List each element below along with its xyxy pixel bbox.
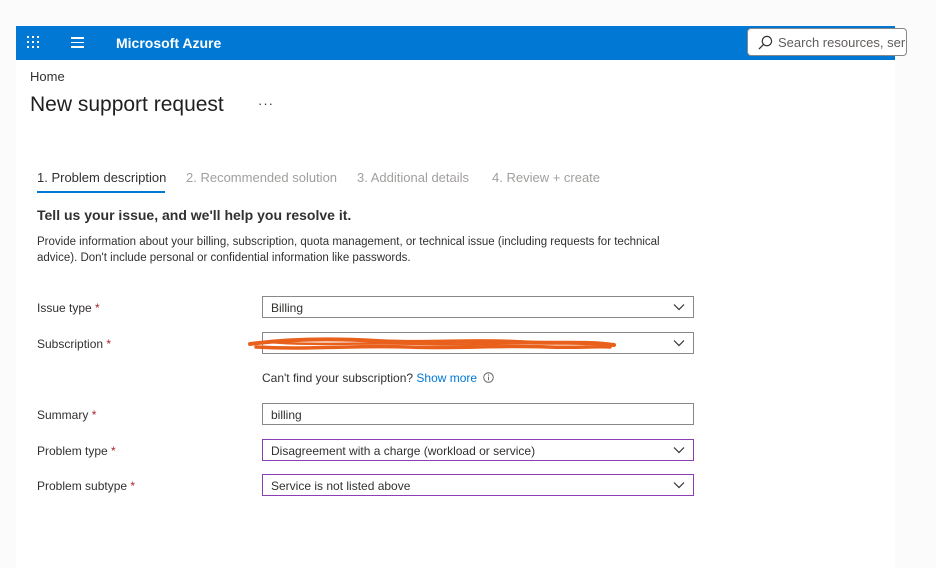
summary-label: Summary * xyxy=(37,408,97,422)
problem-type-dropdown[interactable]: Disagreement with a charge (workload or … xyxy=(262,439,694,461)
more-icon[interactable]: ··· xyxy=(258,96,274,111)
browser-margin-right xyxy=(895,0,936,568)
subscription-label: Subscription * xyxy=(37,337,112,351)
breadcrumb-home[interactable]: Home xyxy=(30,69,65,84)
chevron-down-icon xyxy=(673,447,685,454)
app-launcher-icon[interactable] xyxy=(27,36,41,50)
info-icon[interactable] xyxy=(483,372,495,383)
search-input[interactable] xyxy=(778,29,906,55)
browser-margin-left xyxy=(0,0,16,568)
browser-margin-top xyxy=(0,0,936,26)
chevron-down-icon xyxy=(673,304,685,311)
redaction-scribble xyxy=(248,337,616,350)
tab-review-create[interactable]: 4. Review + create xyxy=(492,170,600,185)
chevron-down-icon xyxy=(673,482,685,489)
problem-subtype-label: Problem subtype * xyxy=(37,479,136,493)
show-more-link[interactable]: Show more xyxy=(416,371,477,385)
problem-type-value: Disagreement with a charge (workload or … xyxy=(271,444,536,458)
summary-input[interactable]: billing xyxy=(262,403,694,425)
global-search-box[interactable] xyxy=(747,28,907,56)
issue-type-dropdown[interactable]: Billing xyxy=(262,296,694,318)
page-title: New support request xyxy=(30,93,224,116)
problem-subtype-value: Service is not listed above xyxy=(271,479,411,493)
menu-icon[interactable] xyxy=(71,37,84,48)
brand-title[interactable]: Microsoft Azure xyxy=(116,35,221,51)
problem-subtype-dropdown[interactable]: Service is not listed above xyxy=(262,474,694,496)
active-tab-indicator xyxy=(37,191,165,193)
section-description: Provide information about your billing, … xyxy=(37,236,660,264)
section-heading: Tell us your issue, and we'll help you r… xyxy=(37,207,352,223)
tab-recommended-solution[interactable]: 2. Recommended solution xyxy=(186,170,337,185)
search-icon xyxy=(758,35,773,50)
chevron-down-icon xyxy=(673,340,685,347)
issue-type-value: Billing xyxy=(271,301,304,315)
issue-type-label: Issue type * xyxy=(37,301,100,315)
tab-additional-details[interactable]: 3. Additional details xyxy=(357,170,469,185)
subscription-hint: Can't find your subscription? Show more xyxy=(262,371,495,385)
tab-problem-description[interactable]: 1. Problem description xyxy=(37,170,166,185)
top-navigation-bar: Microsoft Azure xyxy=(16,26,907,60)
summary-value: billing xyxy=(271,408,302,422)
problem-type-label: Problem type * xyxy=(37,444,116,458)
